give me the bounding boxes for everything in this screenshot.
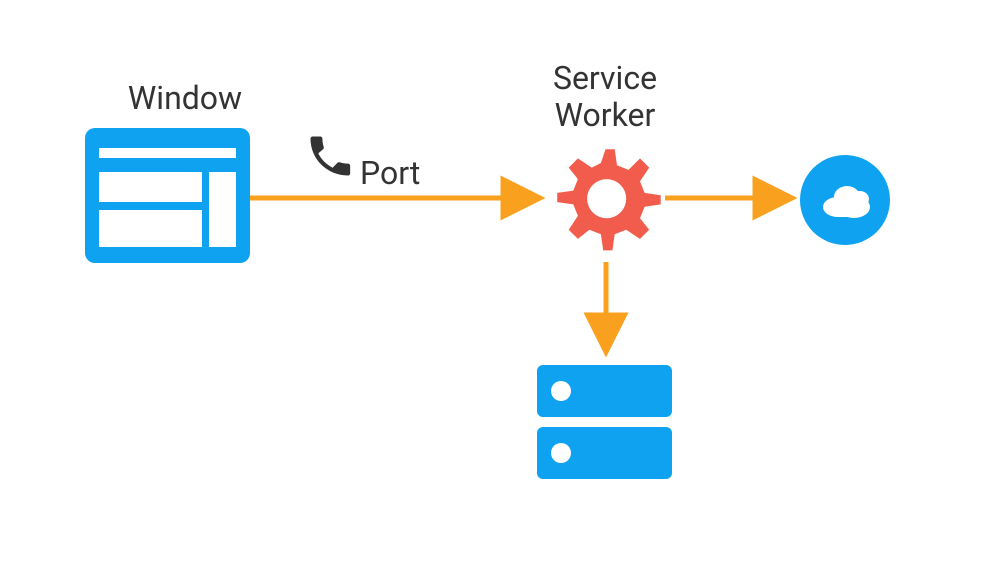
window-label: Window bbox=[95, 80, 275, 117]
arrow-serviceworker-to-cloud bbox=[665, 190, 805, 210]
storage-icon bbox=[537, 365, 672, 484]
gear-icon bbox=[548, 140, 663, 259]
service-worker-label-line1: Service bbox=[553, 59, 657, 97]
arrow-window-to-serviceworker bbox=[250, 190, 550, 210]
cloud-icon bbox=[800, 155, 890, 249]
diagram-canvas: Window Service Worker Port bbox=[0, 0, 984, 564]
window-icon bbox=[85, 128, 250, 267]
service-worker-label-line2: Worker bbox=[555, 96, 656, 134]
phone-icon bbox=[304, 130, 356, 186]
port-label: Port bbox=[360, 155, 460, 192]
service-worker-label: Service Worker bbox=[515, 60, 695, 134]
arrow-serviceworker-to-storage bbox=[598, 262, 618, 362]
